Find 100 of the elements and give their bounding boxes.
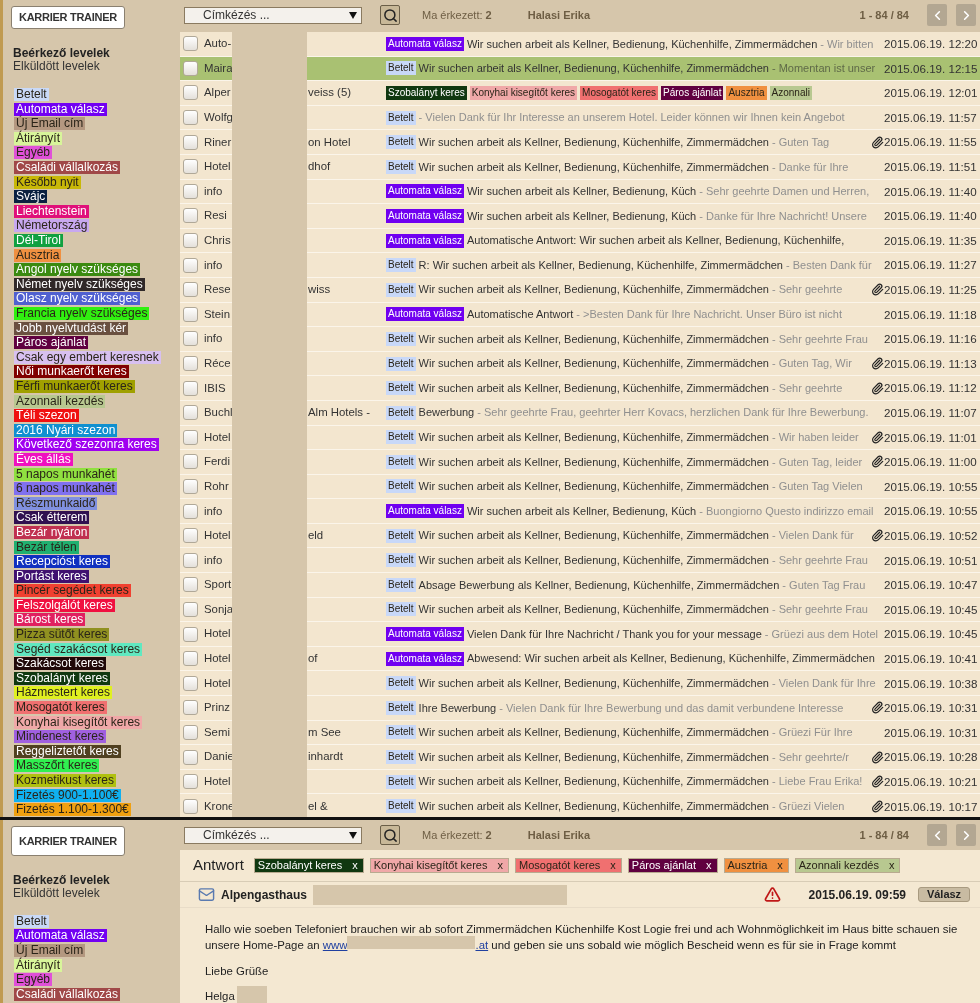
label-tag[interactable]: Azonnali kezdés [14,394,106,408]
label-tag[interactable]: Konyhai kisegítőt keres [14,715,143,729]
row-checkbox[interactable] [183,208,198,224]
message-row[interactable]: Hotel Automata válasz Vielen Dank für Ihre Nachricht / Thank you for your message - Grüezi aus dem Hotel 2015.06.19. 10:45 [180,622,980,647]
row-checkbox[interactable] [183,282,198,298]
label-tag[interactable]: Jobb nyelvtudást kér [14,321,129,335]
row-checkbox[interactable] [183,134,198,150]
label-select[interactable]: Címkézés ... [184,826,362,844]
label-tag[interactable]: Téli szezon [14,409,79,423]
label-tag[interactable]: 6 napos munkahét [14,482,117,496]
remove-label-button[interactable]: x [497,857,505,874]
row-checkbox[interactable] [183,528,198,544]
label-select[interactable]: Címkézés ... [184,6,362,24]
row-checkbox[interactable] [183,233,198,249]
row-checkbox[interactable] [183,798,198,814]
label-tag[interactable]: Recepcióst keres [14,555,111,569]
message-row[interactable]: IBIS Betelt Wir suchen arbeit als Kellner, Bedienung, Küchenhilfe, Zimmermädchen - Sehr geehrte 2015.06.19. 11:12 [180,376,980,401]
message-row[interactable]: Prinz Betelt Ihre Bewerbung - Vielen Dank für Ihre Bewerbung und das damit verbundene Interesse 2015.06.19. 10:31 [180,696,980,721]
label-tag[interactable]: Masszőrt keres [14,759,100,773]
message-row[interactable]: info Automata válasz Wir suchen arbeit als Kellner, Bedienung, Küch - Buongiorno Questo indirizzo email 2015.06.19. 10:55 [180,499,980,524]
label-tag[interactable]: Fizetés 1.100-1.300€ [14,803,131,817]
previous-button[interactable] [927,4,947,26]
row-checkbox[interactable] [183,700,198,716]
row-checkbox[interactable] [183,577,198,593]
label-tag[interactable]: Német nyelv szükséges [14,277,145,291]
row-checkbox[interactable] [183,183,198,199]
row-checkbox[interactable] [183,85,198,101]
remove-label-button[interactable]: x [777,857,785,874]
search-button[interactable] [380,5,400,25]
label-tag[interactable]: Új Email cím [14,944,86,957]
message-row[interactable]: Auto- Automata válasz Wir suchen arbeit als Kellner, Bedienung, Küchenhilfe, Zimmermädchen - Wir bitten 2015.06.19. 12:20 [180,32,980,57]
row-checkbox[interactable] [183,429,198,445]
label-tag[interactable]: Pizza sütőt keres [14,628,110,642]
label-tag[interactable]: Átirányít [14,958,62,972]
message-row[interactable]: Sport Betelt Absage Bewerbung als Kellner, Bedienung, Küchenhilfe, Zimmermädchen - Guten Tag Frau 2015.06.19. 10:47 [180,573,980,598]
label-tag[interactable]: Új Email cím [14,117,86,131]
label-tag[interactable]: Fizetés 900-1.100€ [14,788,121,802]
previous-button[interactable] [927,824,947,846]
label-tag[interactable]: Házmestert keres [14,686,113,700]
row-checkbox[interactable] [183,110,198,126]
label-tag[interactable]: Ausztria [14,248,62,262]
brand-button[interactable]: KARRIER TRAINER [11,826,125,856]
brand-button[interactable]: KARRIER TRAINER [11,6,125,30]
label-tag[interactable]: Automata válasz [14,929,107,943]
folder-link[interactable]: Beérkező levelek [13,874,110,887]
reply-button[interactable]: Válasz [918,887,970,902]
label-tag[interactable]: Női munkaerőt keres [14,365,129,379]
label-tag[interactable]: Páros ajánlat [14,336,89,350]
next-button[interactable] [956,824,976,846]
row-checkbox[interactable] [183,503,198,519]
remove-label-button[interactable]: x [888,857,897,874]
row-checkbox[interactable] [183,749,198,765]
message-row[interactable]: Ferdi Betelt Wir suchen arbeit als Kellner, Bedienung, Küchenhilfe, Zimmermädchen - Guten Tag, leider 2015.06.19. 11:00 [180,450,980,475]
label-tag[interactable]: Betelt [14,88,49,102]
label-tag[interactable]: Egyéb [14,146,53,160]
row-checkbox[interactable] [183,626,198,642]
label-tag[interactable]: Mosogatót keres [14,701,107,715]
row-checkbox[interactable] [183,331,198,347]
label-tag[interactable]: Szobalányt keres [14,671,111,685]
label-tag[interactable]: Reggeliztetőt keres [14,744,121,758]
label-tag[interactable]: Férfi munkaerőt keres [14,380,135,393]
message-row[interactable]: Riner on Hotel Betelt Wir suchen arbeit als Kellner, Bedienung, Küchenhilfe, Zimmermädchen - Guten Tag 2015.06.19. 11:55 [180,130,980,155]
label-tag[interactable]: Automata válasz [14,102,107,116]
label-tag[interactable]: Bezár télen [14,540,79,554]
label-tag[interactable]: Bezár nyáron [14,525,90,539]
row-checkbox[interactable] [183,306,198,322]
message-row[interactable]: info Betelt Wir suchen arbeit als Kellner, Bedienung, Küchenhilfe, Zimmermädchen - Sehr geehrte Frau 2015.06.19. 11:16 [180,327,980,352]
row-checkbox[interactable] [183,675,198,691]
next-button[interactable] [956,4,976,26]
row-checkbox[interactable] [183,454,198,470]
label-tag[interactable]: Kozmetikust keres [14,774,117,787]
row-checkbox[interactable] [183,774,198,790]
label-tag[interactable]: Részmunkaidő [14,496,98,510]
message-row[interactable]: Resi Automata válasz Wir suchen arbeit als Kellner, Bedienung, Küch - Danke für Ihre Nachricht! Unsere 2015.06.19. 11:40 [180,204,980,229]
label-tag[interactable]: Csak étterem [14,511,90,525]
message-row[interactable]: info Betelt Wir suchen arbeit als Kellner, Bedienung, Küchenhilfe, Zimmermädchen - Sehr geehrte Frau 2015.06.19. 10:51 [180,548,980,574]
message-row[interactable]: info Betelt R: Wir suchen arbeit als Kellner, Bedienung, Küchenhilfe, Zimmermädchen - Besten Dank für 2015.06.19. 11:27 [180,253,980,278]
label-tag[interactable]: Svájc [14,190,48,204]
message-row[interactable]: Danie inhardt Betelt Wir suchen arbeit als Kellner, Bedienung, Küchenhilfe, Zimmermädchen - Sehr geehrte/r 2015.06.19. 10:28 [180,745,980,770]
label-tag[interactable]: Németország [14,219,90,233]
row-checkbox[interactable] [183,552,198,568]
remove-label-button[interactable]: x [352,857,360,874]
label-tag[interactable]: Csak egy embert keresnek [14,350,161,364]
row-checkbox[interactable] [183,651,198,667]
label-tag[interactable]: Egyéb [14,973,53,987]
label-tag[interactable]: Olasz nyelv szükséges [14,292,141,306]
label-tag[interactable]: Pincér segédet keres [14,584,131,598]
label-tag[interactable]: Bárost keres [14,613,86,627]
folder-link[interactable]: Elküldött levelek [13,887,100,900]
label-tag[interactable]: Átirányít [14,131,62,145]
label-tag[interactable]: Családi vállalkozás [14,161,121,175]
label-tag[interactable]: 5 napos munkahét [14,467,117,481]
row-checkbox[interactable] [183,601,198,617]
label-tag[interactable]: Liechtenstein [14,204,89,218]
label-tag[interactable]: Később nyit [14,175,81,189]
row-checkbox[interactable] [183,380,198,396]
label-tag[interactable]: Felszolgálót keres [14,598,115,612]
row-checkbox[interactable] [183,257,198,273]
label-tag[interactable]: Angol nyelv szükséges [14,263,141,277]
website-link[interactable]: www .at [322,936,489,952]
